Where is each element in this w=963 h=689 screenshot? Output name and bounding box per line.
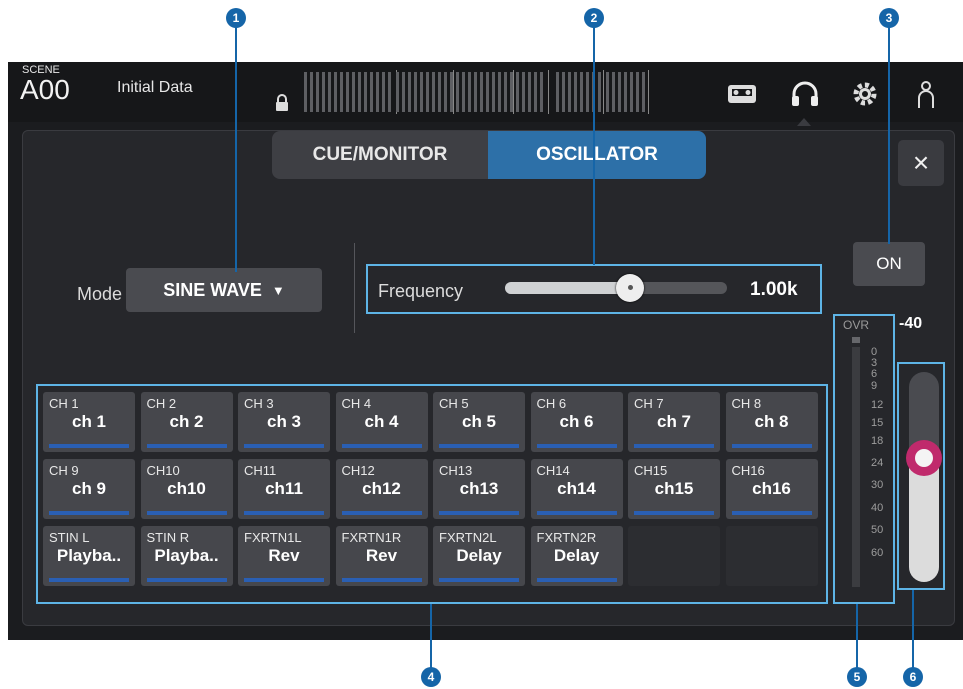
recorder-icon[interactable] bbox=[727, 84, 757, 109]
callout-badge-1: 1 bbox=[226, 8, 246, 28]
mode-label: Mode bbox=[77, 284, 123, 304]
highlight-meter bbox=[833, 314, 895, 604]
callout-badge-5: 5 bbox=[847, 667, 867, 687]
callout-line-1 bbox=[235, 22, 237, 272]
divider bbox=[354, 243, 355, 333]
top-meter-bridge[interactable] bbox=[298, 68, 658, 116]
highlight-fader bbox=[897, 362, 945, 590]
highlight-channel-grid bbox=[36, 384, 828, 604]
scene-number[interactable]: A00 bbox=[20, 74, 70, 106]
tab-oscillator[interactable]: OSCILLATOR bbox=[488, 131, 706, 179]
callout-line-3 bbox=[888, 22, 890, 244]
lock-icon[interactable] bbox=[275, 94, 289, 117]
callout-badge-4: 4 bbox=[421, 667, 441, 687]
oscillator-on-button[interactable]: ON bbox=[853, 242, 925, 286]
scene-name[interactable]: Initial Data bbox=[117, 79, 193, 97]
callout-line-2 bbox=[593, 22, 595, 265]
tab-cue-monitor[interactable]: CUE/MONITOR bbox=[272, 131, 488, 179]
close-icon: × bbox=[912, 147, 930, 178]
close-button[interactable]: × bbox=[898, 140, 944, 186]
gear-icon[interactable] bbox=[851, 80, 879, 113]
callout-badge-3: 3 bbox=[879, 8, 899, 28]
highlight-frequency bbox=[366, 264, 822, 314]
level-value: -40 bbox=[899, 315, 923, 332]
callout-line-5 bbox=[856, 604, 858, 674]
user-icon[interactable] bbox=[917, 80, 935, 115]
callout-badge-2: 2 bbox=[584, 8, 604, 28]
callout-line-4 bbox=[430, 604, 432, 674]
dropdown-arrow-icon: ▼ bbox=[271, 282, 285, 298]
callout-line-6 bbox=[912, 590, 914, 674]
callout-badge-6: 6 bbox=[903, 667, 923, 687]
mode-dropdown[interactable]: SINE WAVE ▼ bbox=[126, 268, 322, 312]
active-indicator bbox=[797, 118, 811, 126]
headphones-icon[interactable] bbox=[790, 80, 820, 113]
mode-value: SINE WAVE bbox=[163, 279, 262, 300]
